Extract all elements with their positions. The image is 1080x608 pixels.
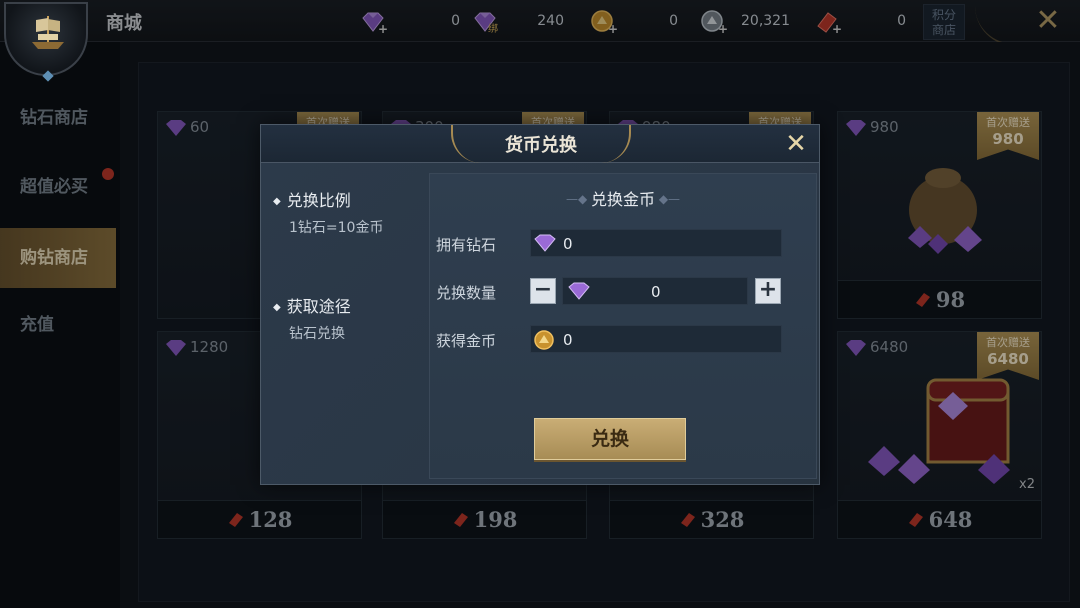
source-text: 钻石兑换 [289, 326, 345, 342]
title-frame: 货币兑换 [451, 125, 631, 163]
diamond-icon [568, 282, 590, 300]
own-diamonds-value: 0 [563, 235, 573, 253]
decrease-button[interactable]: − [530, 278, 556, 304]
gain-gold-field: 0 [530, 325, 782, 353]
own-diamonds-field: 0 [530, 229, 782, 257]
info-column: ◆ 兑换比例 1钻石=10金币 ◆ 获取途径 钻石兑换 [261, 163, 429, 486]
rate-heading: ◆ 兑换比例 [273, 191, 351, 210]
increase-button[interactable]: + [755, 278, 781, 304]
panel-title: —◆ 兑换金币 ◆— [565, 190, 681, 209]
rate-text: 1钻石=10金币 [289, 220, 384, 236]
dialog-title: 货币兑换 [505, 135, 577, 156]
gain-gold-label: 获得金币 [436, 332, 497, 350]
own-diamonds-label: 拥有钻石 [436, 236, 497, 254]
gain-gold-value: 0 [563, 331, 573, 349]
exchange-quantity-value: 0 [651, 283, 661, 301]
diamond-bullet-icon: ◆ [273, 196, 281, 207]
exchange-button[interactable]: 兑换 [534, 418, 686, 460]
ship-icon [32, 16, 64, 49]
diamond-bullet-icon: ◆ [273, 302, 281, 313]
exchange-panel: —◆ 兑换金币 ◆— 拥有钻石 0 兑换数量 − 0 + 获得金币 0 兑换 [429, 173, 817, 479]
gold-coin-icon [534, 330, 554, 350]
exchange-quantity-label: 兑换数量 [436, 284, 497, 302]
diamond-icon [534, 234, 556, 252]
currency-exchange-dialog: 货币兑换 ✕ ◆ 兑换比例 1钻石=10金币 ◆ 获取途径 钻石兑换 —◆ 兑换金币… [260, 124, 820, 485]
ornament-right-icon: ◆— [655, 192, 681, 206]
dialog-header: 货币兑换 ✕ [261, 125, 819, 163]
close-dialog-icon[interactable]: ✕ [781, 129, 811, 159]
ornament-left-icon: —◆ [565, 192, 591, 206]
source-heading: ◆ 获取途径 [273, 297, 351, 316]
exchange-quantity-field[interactable]: 0 [562, 277, 748, 305]
